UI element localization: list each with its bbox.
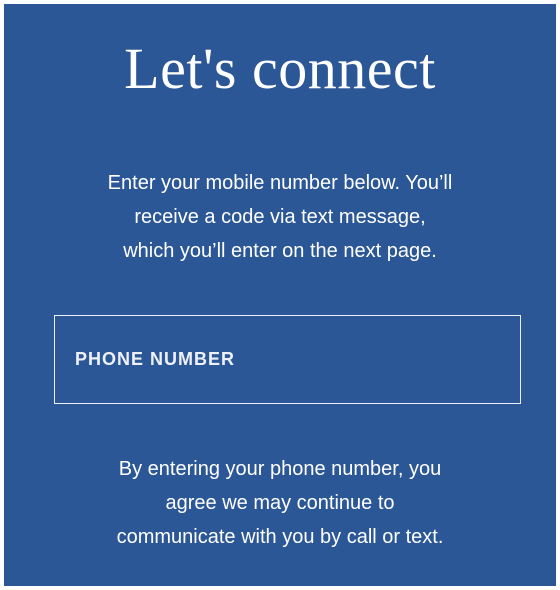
intro-line: receive a code via text message, [134,206,426,228]
connect-panel: Let's connect Enter your mobile number b… [4,4,556,586]
phone-number-field[interactable] [54,315,521,404]
intro-text: Enter your mobile number below. You’ll r… [44,166,516,268]
page-title: Let's connect [124,36,436,101]
consent-line: By entering your phone number, you [118,458,442,480]
consent-line: communicate with you by call or text. [116,526,444,548]
consent-line: agree we may continue to [165,492,395,514]
consent-text: By entering your phone number, you agree… [44,452,516,554]
intro-line: which you’ll enter on the next page. [123,240,437,262]
intro-line: Enter your mobile number below. You’ll [107,172,453,194]
phone-number-input[interactable] [75,316,495,402]
